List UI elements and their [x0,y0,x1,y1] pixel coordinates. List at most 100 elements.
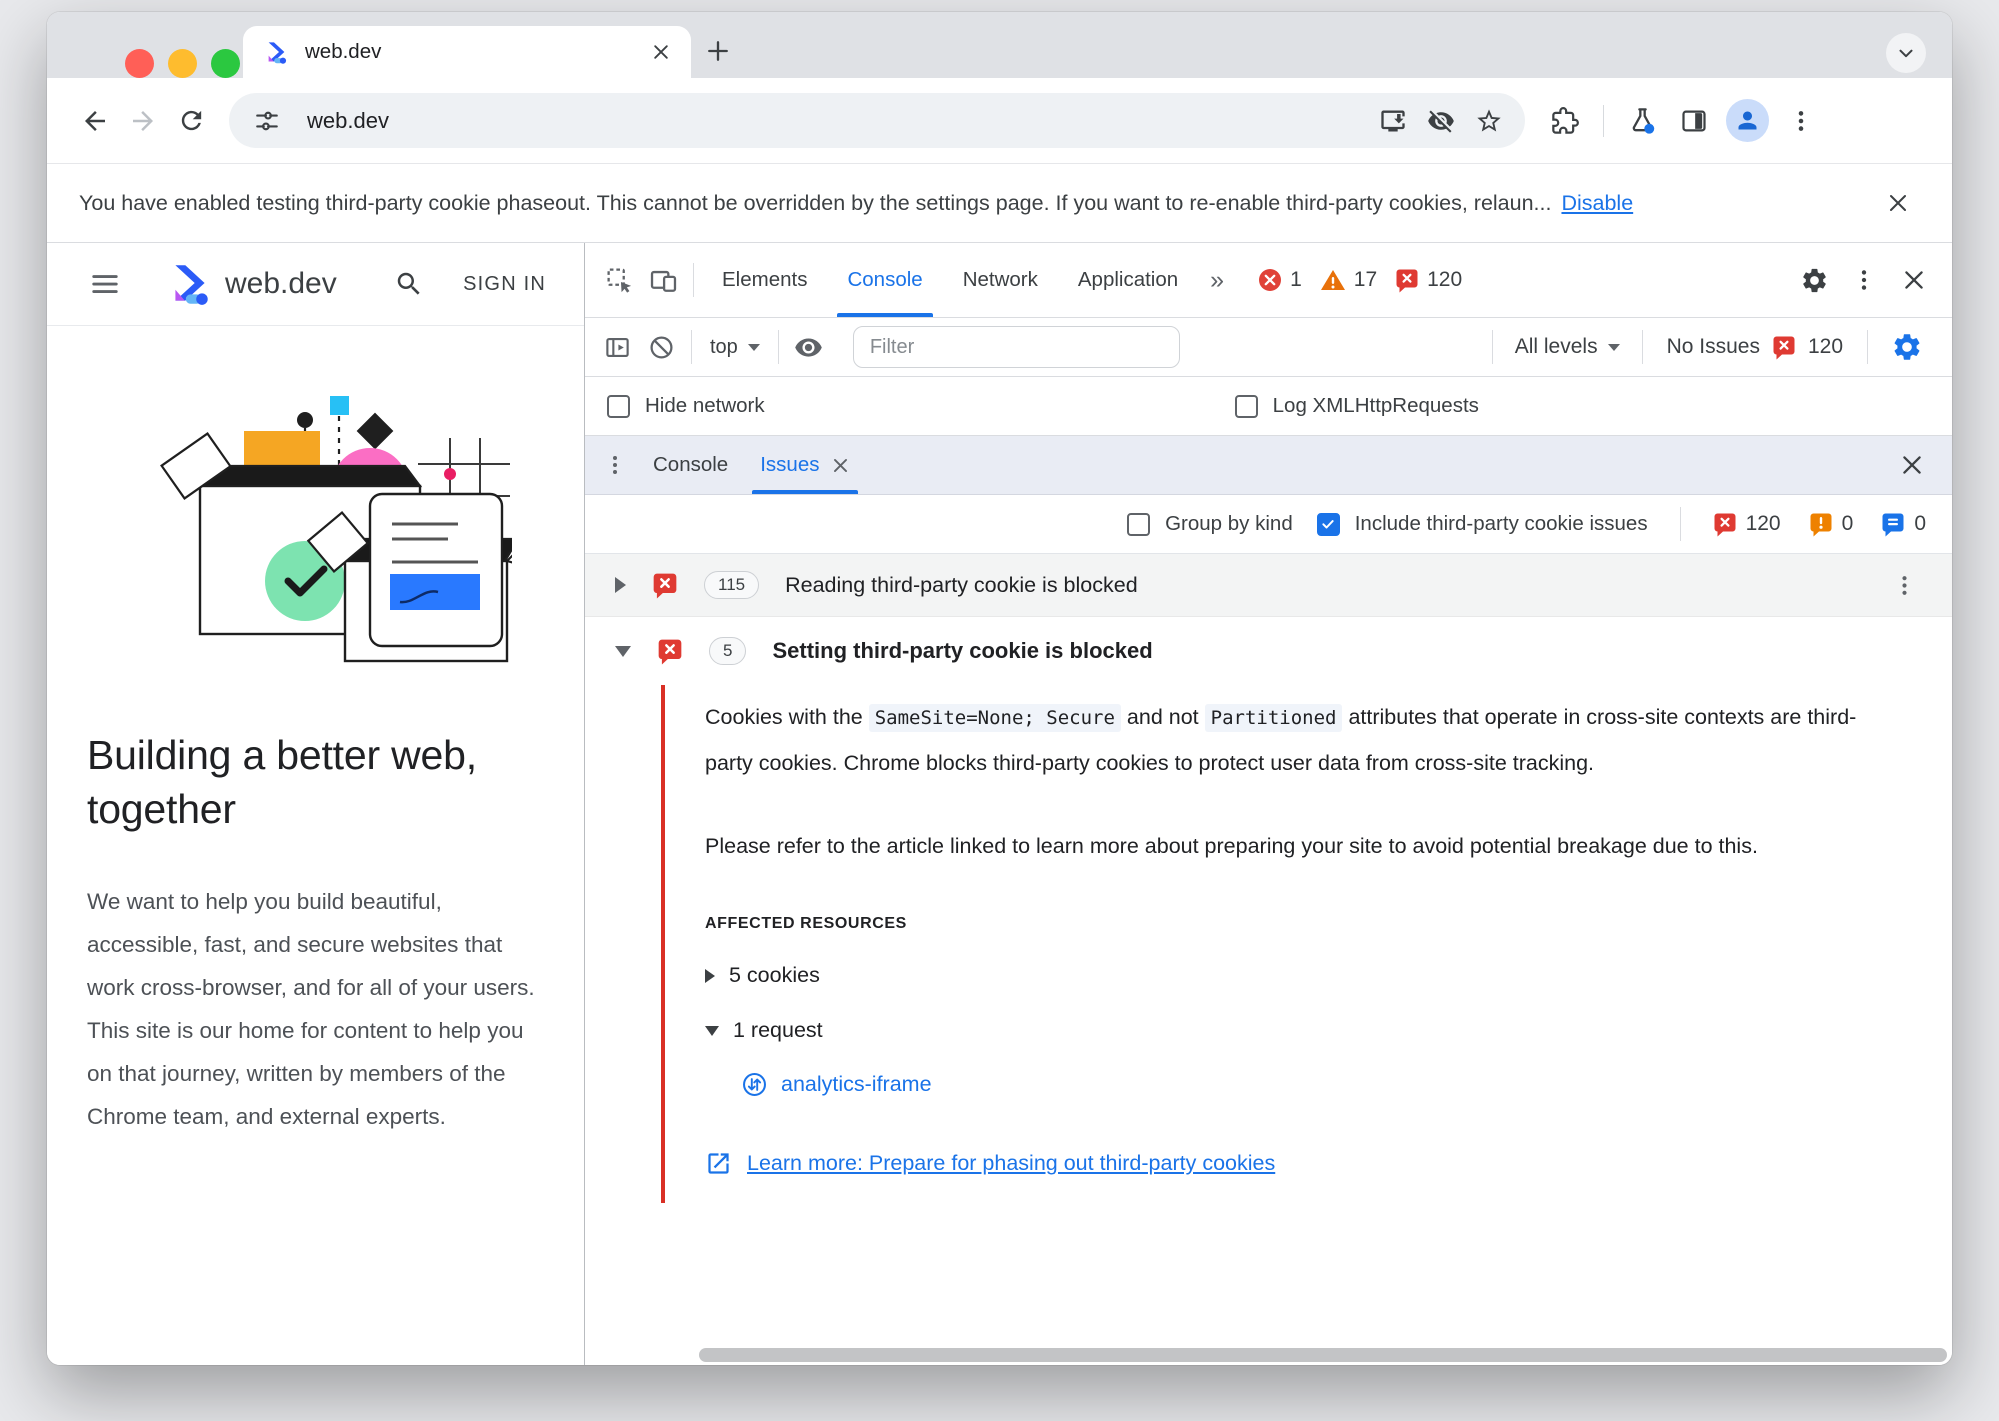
new-tab-button[interactable] [695,28,741,74]
request-link-label[interactable]: analytics-iframe [781,1072,932,1097]
console-settings-row: Hide network Log XMLHttpRequests [585,377,1952,436]
eye-off-icon[interactable] [1417,97,1465,145]
close-window-button[interactable] [125,49,154,78]
back-icon[interactable] [71,97,119,145]
sign-in-button[interactable]: SIGN IN [463,273,546,296]
toolbar-divider [1679,507,1681,541]
collapse-arrow-icon[interactable] [705,1025,719,1036]
webdev-logo-icon [175,265,208,305]
drawer-tabbar: Console Issues [585,436,1952,495]
expand-arrow-icon[interactable] [615,577,626,593]
bookmark-star-icon[interactable] [1465,97,1513,145]
infobar-message: You have enabled testing third-party coo… [79,190,1552,215]
context-selector[interactable]: top [700,336,770,359]
horizontal-scrollbar[interactable] [699,1348,1947,1362]
profile-avatar[interactable] [1726,99,1769,142]
group-by-kind-label: Group by kind [1165,512,1293,535]
issue-row-setting-cookie[interactable]: 5 Setting third-party cookie is blocked [585,617,1952,685]
devtools-controls [1792,258,1936,302]
address-bar[interactable]: web.dev [229,93,1525,148]
drawer-issues-label: Issues [760,453,820,476]
drawer-close-icon[interactable] [1890,443,1934,487]
minimize-window-button[interactable] [168,49,197,78]
search-icon[interactable] [389,264,429,304]
devtools-tabbar: Elements Console Network Application » 1… [585,243,1952,318]
affected-resources-header: AFFECTED RESOURCES [705,915,907,932]
drawer-tab-console[interactable]: Console [637,436,744,494]
error-icon [1259,269,1282,291]
devtools-menu-icon[interactable] [1842,258,1886,302]
infobar-disable-link[interactable]: Disable [1561,191,1633,216]
issues-link-label: No Issues [1666,335,1760,358]
drawer-menu-icon[interactable] [593,443,637,487]
hide-network-label: Hide network [645,394,765,417]
experiments-flask-icon[interactable] [1618,97,1666,145]
network-request-icon [743,1073,766,1096]
checkbox-unchecked[interactable] [607,394,630,418]
tab-close-icon[interactable] [651,42,671,62]
extensions-icon[interactable] [1541,97,1589,145]
checkbox-unchecked[interactable] [1127,512,1151,536]
browser-tab[interactable]: web.dev [243,26,691,78]
site-body: Building a better web, together We want … [47,326,584,1365]
issue-title: Setting third-party cookie is blocked [772,638,1153,663]
issues-counter-button[interactable]: No Issues 120 [1651,335,1859,360]
tab-network[interactable]: Network [943,243,1058,317]
cookies-tree-row[interactable]: 5 cookies [705,963,1882,988]
side-panel-icon[interactable] [1670,97,1718,145]
webdev-page: web.dev SIGN IN Building a better web, t… [47,243,584,1365]
devtools-close-icon[interactable] [1892,258,1936,302]
requests-tree-row[interactable]: 1 request [705,1018,1882,1043]
browser-menu-icon[interactable] [1777,97,1825,145]
live-expression-eye-icon[interactable] [787,325,831,369]
drawer-tab-issues[interactable]: Issues [744,436,866,494]
error-issues-count: 120 [1745,512,1781,535]
console-sidebar-icon[interactable] [595,325,639,369]
device-toolbar-icon[interactable] [641,258,685,302]
console-settings-gear-icon[interactable] [1884,324,1930,370]
zoom-window-button[interactable] [211,49,240,78]
reload-icon[interactable] [167,97,215,145]
issue-row-menu-icon[interactable] [1882,563,1926,607]
install-app-icon[interactable] [1369,97,1417,145]
log-xhr-checkbox[interactable]: Log XMLHttpRequests [1234,394,1479,418]
url-text[interactable]: web.dev [307,108,1369,134]
request-link-row[interactable]: analytics-iframe [741,1071,1882,1098]
hide-network-checkbox[interactable]: Hide network [607,394,765,418]
learn-more-label[interactable]: Learn more: Prepare for phasing out thir… [747,1151,1275,1176]
collapse-arrow-icon[interactable] [615,645,631,657]
warning-count-badge[interactable]: 17 [1320,268,1377,292]
toolbar-divider [777,330,779,364]
checkbox-checked[interactable] [1316,512,1340,536]
issue-row-reading-cookie[interactable]: 115 Reading third-party cookie is blocke… [585,554,1952,617]
include-third-party-checkbox[interactable]: Include third-party cookie issues [1316,512,1648,536]
expand-arrow-icon[interactable] [705,968,715,983]
devtools-status-badges: 1 17 120 [1258,268,1472,293]
info-issues-count: 0 [1914,512,1926,535]
more-tabs-icon[interactable]: » [1198,266,1234,295]
menu-icon[interactable] [87,266,123,302]
log-levels-selector[interactable]: All levels [1501,335,1634,359]
tab-console[interactable]: Console [827,243,942,317]
infobar-close-icon[interactable] [1876,181,1920,225]
clear-console-icon[interactable] [639,325,683,369]
site-logo[interactable]: web.dev [165,259,337,309]
browser-toolbar: web.dev [47,78,1952,164]
issues-count-badge[interactable]: 120 [1395,268,1462,293]
checkbox-unchecked[interactable] [1234,394,1258,418]
forward-icon[interactable] [119,97,167,145]
warning-bubble-icon [1810,513,1832,536]
info-bubble-icon [1882,513,1904,536]
tab-title: web.dev [305,40,382,63]
learn-more-link[interactable]: Learn more: Prepare for phasing out thir… [705,1150,1882,1177]
error-count-badge[interactable]: 1 [1258,268,1302,292]
tab-search-chevron-button[interactable] [1886,33,1926,73]
inspect-element-icon[interactable] [597,258,641,302]
tab-application[interactable]: Application [1058,243,1198,317]
tab-elements[interactable]: Elements [702,243,827,317]
settings-gear-icon[interactable] [1792,258,1836,302]
site-settings-icon[interactable] [243,97,291,145]
group-by-kind-checkbox[interactable]: Group by kind [1127,512,1293,536]
close-icon[interactable] [831,456,850,475]
filter-input[interactable] [852,326,1181,368]
